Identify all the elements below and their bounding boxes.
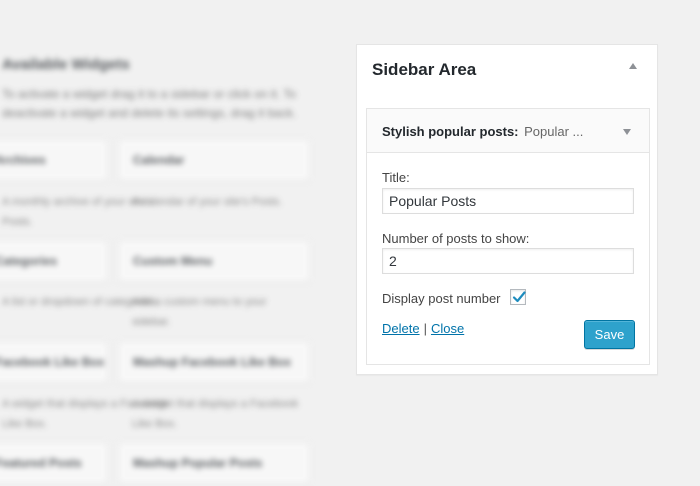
collapse-arrow-up-icon[interactable]: [629, 63, 637, 69]
widget-header[interactable]: Stylish popular posts: Popular ...: [367, 109, 649, 153]
widget-caption: A widget that displays a Facebook Like B…: [132, 398, 299, 430]
available-widgets-description: To activate a widget drag it to a sideba…: [2, 87, 297, 120]
title-input[interactable]: [382, 188, 634, 214]
widget-card[interactable]: Custom Menu: [118, 240, 310, 282]
title-label: Title:: [382, 170, 410, 185]
delete-link[interactable]: Delete: [382, 321, 420, 336]
widget-in-title: Popular ...: [524, 124, 584, 139]
widget-card[interactable]: Categories: [0, 240, 108, 282]
display-post-number-checkbox[interactable]: [510, 289, 526, 305]
checkmark-icon: [512, 291, 526, 303]
widget-caption: A calendar of your site's Posts.: [132, 196, 283, 208]
save-button[interactable]: Save: [584, 320, 635, 349]
widget-card[interactable]: Featured Posts: [0, 442, 108, 484]
widget-card[interactable]: Facebook Like Box: [0, 341, 108, 383]
widget-name: Stylish popular posts:: [382, 124, 519, 139]
posts-count-label: Number of posts to show:: [382, 231, 530, 246]
widget-title: Stylish popular posts: Popular ...: [382, 124, 612, 139]
widget-card[interactable]: Calendar: [118, 139, 310, 181]
close-link[interactable]: Close: [431, 321, 464, 336]
popular-posts-widget: Stylish popular posts: Popular ... Title…: [366, 108, 650, 365]
widget-control-actions: Delete | Close: [382, 321, 464, 336]
sidebar-area-panel: Sidebar Area Stylish popular posts: Popu…: [356, 44, 658, 375]
available-widgets-area: Available Widgets To activate a widget d…: [0, 0, 340, 486]
available-widgets-heading: Available Widgets: [2, 56, 130, 73]
sidebar-area-title[interactable]: Sidebar Area: [372, 60, 476, 80]
widget-card[interactable]: Archives: [0, 139, 108, 181]
display-post-number-label: Display post number: [382, 291, 501, 306]
widget-card[interactable]: Mashup Popular Posts: [118, 442, 310, 484]
widget-caption: Add a custom menu to your sidebar.: [132, 296, 267, 328]
action-separator: |: [423, 321, 427, 336]
expand-arrow-down-icon[interactable]: [623, 129, 631, 135]
widget-card[interactable]: Mashup Facebook Like Box: [118, 341, 310, 383]
posts-count-input[interactable]: [382, 248, 634, 274]
